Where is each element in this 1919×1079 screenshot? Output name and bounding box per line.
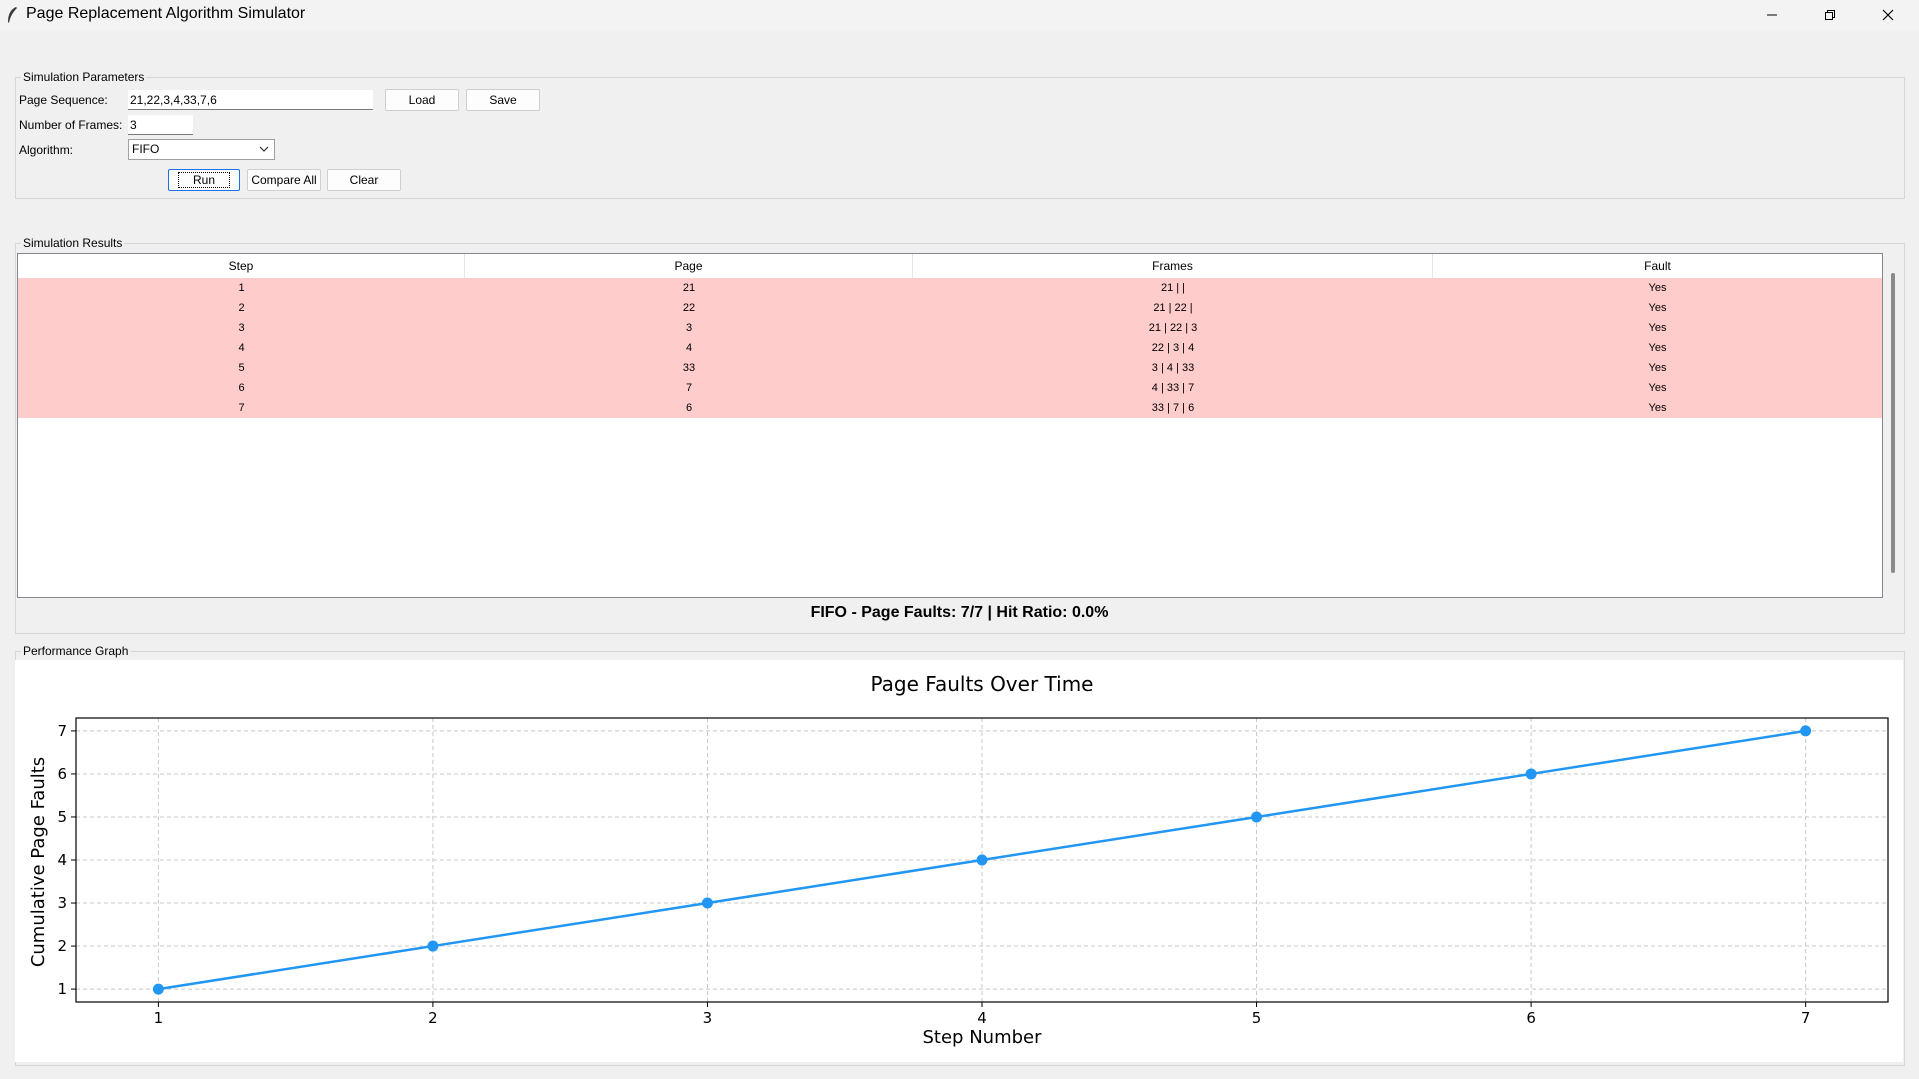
y-tick-label: 1 xyxy=(57,980,67,998)
cell-page: 7 xyxy=(685,382,693,394)
data-point xyxy=(976,854,988,866)
cell-step: 6 xyxy=(238,382,245,394)
x-tick-label: 1 xyxy=(154,1009,164,1027)
table-row[interactable]: 5 33 3 | 4 | 33 Yes xyxy=(18,358,1882,378)
minimize-icon xyxy=(1767,14,1777,16)
x-tick-label: 5 xyxy=(1252,1009,1262,1027)
data-point xyxy=(427,940,439,952)
table-row[interactable]: 4 4 22 | 3 | 4 Yes xyxy=(18,338,1882,358)
chevron-down-icon xyxy=(259,146,269,152)
title-bar: Page Replacement Algorithm Simulator xyxy=(0,0,1919,30)
y-tick-label: 7 xyxy=(57,722,67,740)
column-header-frames[interactable]: Frames xyxy=(913,254,1433,278)
cell-fault: Yes xyxy=(1648,362,1667,374)
scrollbar-thumb[interactable] xyxy=(1891,273,1895,573)
close-button[interactable] xyxy=(1859,0,1917,30)
table-row[interactable]: 6 7 4 | 33 | 7 Yes xyxy=(18,378,1882,398)
cell-fault: Yes xyxy=(1648,342,1667,354)
column-header-fault[interactable]: Fault xyxy=(1433,254,1882,278)
close-icon xyxy=(1882,9,1894,21)
results-table[interactable]: Step Page Frames Fault 1 21 21 | | Yes 2 22 2… xyxy=(17,253,1883,598)
cell-step: 1 xyxy=(238,282,245,294)
cell-step: 5 xyxy=(238,362,245,374)
compare-all-button[interactable]: Compare All xyxy=(247,169,321,191)
frames-label: Number of Frames: xyxy=(19,118,123,132)
cell-page: 21 xyxy=(682,282,696,294)
table-row[interactable]: 1 21 21 | | Yes xyxy=(18,278,1882,298)
restore-icon xyxy=(1825,10,1835,20)
clear-button[interactable]: Clear xyxy=(327,169,401,191)
y-tick-label: 2 xyxy=(57,937,67,955)
cell-frames: 22 | 3 | 4 xyxy=(1151,342,1195,354)
page-sequence-input[interactable] xyxy=(128,90,373,110)
cell-page: 22 xyxy=(682,302,696,314)
page-faults-chart: 1 2 3 4 5 6 7 1 2 3 4 5 6 7 Page Faults Over Time Step … xyxy=(28,672,1889,1048)
cell-frames: 21 | 22 | 3 xyxy=(1148,322,1198,334)
cell-fault: Yes xyxy=(1648,382,1667,394)
cell-fault: Yes xyxy=(1648,402,1667,414)
data-point xyxy=(1525,768,1537,780)
window-title: Page Replacement Algorithm Simulator xyxy=(26,5,306,22)
column-header-step[interactable]: Step xyxy=(18,254,465,278)
load-button[interactable]: Load xyxy=(385,89,459,111)
results-scrollbar[interactable] xyxy=(1887,253,1899,598)
data-point xyxy=(701,897,713,909)
cell-frames: 3 | 4 | 33 xyxy=(1151,362,1195,374)
minimize-button[interactable] xyxy=(1743,0,1801,30)
column-header-page[interactable]: Page xyxy=(465,254,913,278)
data-point xyxy=(152,983,164,995)
x-tick-label: 7 xyxy=(1801,1009,1811,1027)
performance-graph-legend: Performance Graph xyxy=(23,644,129,658)
y-tick-label: 6 xyxy=(57,765,67,783)
y-tick-label: 3 xyxy=(57,894,67,912)
algorithm-selected-value: FIFO xyxy=(132,142,160,156)
y-axis-label: Cumulative Page Faults xyxy=(28,757,49,967)
cell-frames: 33 | 7 | 6 xyxy=(1151,402,1195,414)
data-point xyxy=(1251,811,1263,823)
chart-title: Page Faults Over Time xyxy=(871,672,1094,696)
cell-step: 7 xyxy=(238,402,245,414)
restore-button[interactable] xyxy=(1801,0,1859,30)
table-row[interactable]: 7 6 33 | 7 | 6 Yes xyxy=(18,398,1882,418)
table-header: Step Page Frames Fault xyxy=(18,254,1882,278)
cell-fault: Yes xyxy=(1648,282,1667,294)
cell-fault: Yes xyxy=(1648,302,1667,314)
x-tick-label: 4 xyxy=(977,1009,987,1027)
simulation-results-legend: Simulation Results xyxy=(23,236,123,250)
run-button[interactable]: Run xyxy=(168,169,240,191)
cell-page: 6 xyxy=(685,402,693,414)
x-axis-label: Step Number xyxy=(922,1027,1042,1048)
data-point xyxy=(1800,725,1812,737)
cell-step: 3 xyxy=(238,322,245,334)
cell-page: 3 xyxy=(685,322,693,334)
table-row[interactable]: 3 3 21 | 22 | 3 Yes xyxy=(18,318,1882,338)
graph-canvas: 1 2 3 4 5 6 7 1 2 3 4 5 6 7 Page Faults Over Time Step … xyxy=(15,660,1903,1062)
x-tick-label: 3 xyxy=(703,1009,713,1027)
cell-step: 2 xyxy=(238,302,245,314)
cell-frames: 21 | | xyxy=(1160,282,1186,294)
y-tick-label: 4 xyxy=(57,851,67,869)
cell-page: 4 xyxy=(685,342,693,354)
cell-fault: Yes xyxy=(1648,322,1667,334)
table-row[interactable]: 2 22 21 | 22 | Yes xyxy=(18,298,1882,318)
run-button-label: Run xyxy=(177,172,231,188)
y-tick-label: 5 xyxy=(57,808,67,826)
simulation-parameters-legend: Simulation Parameters xyxy=(23,70,145,84)
frames-input[interactable] xyxy=(128,115,193,135)
results-summary: FIFO - Page Faults: 7/7 | Hit Ratio: 0.0… xyxy=(810,604,1109,621)
algorithm-label: Algorithm: xyxy=(19,143,74,157)
cell-frames: 21 | 22 | xyxy=(1153,302,1193,314)
cell-page: 33 xyxy=(682,362,696,374)
cell-step: 4 xyxy=(238,342,245,354)
x-tick-label: 6 xyxy=(1526,1009,1536,1027)
cell-frames: 4 | 33 | 7 xyxy=(1151,382,1195,394)
save-button[interactable]: Save xyxy=(466,89,540,111)
page-sequence-label: Page Sequence: xyxy=(19,93,108,107)
x-tick-label: 2 xyxy=(428,1009,438,1027)
algorithm-select[interactable]: FIFO xyxy=(128,139,275,160)
feather-icon xyxy=(8,7,17,23)
